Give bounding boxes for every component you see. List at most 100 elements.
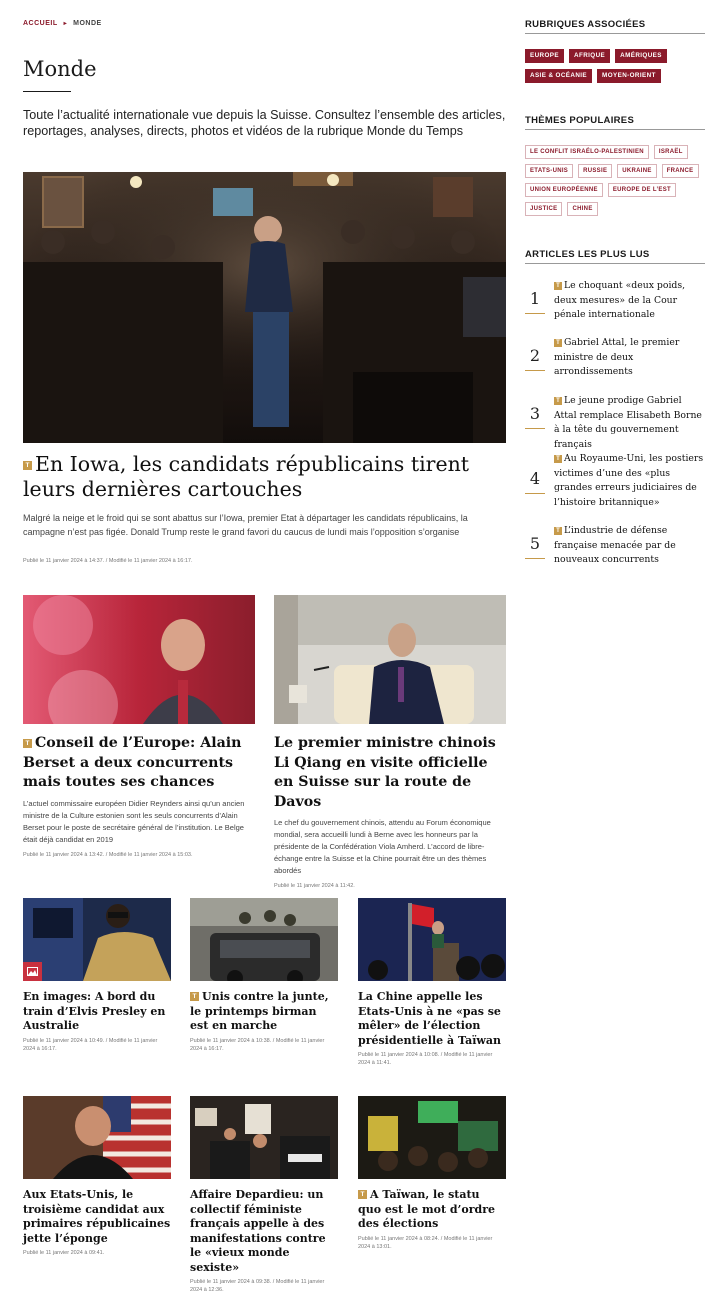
hero-title-text[interactable]: En Iowa, les candidats républicains tire… [23, 452, 469, 501]
most-read-item[interactable]: 2 T Gabriel Attal, le premier ministre de… [525, 336, 705, 380]
article-image[interactable] [274, 595, 506, 724]
tag-asie-oceanie[interactable]: ASIE & OCÉANIE [525, 69, 593, 83]
theme-tag[interactable]: EUROPE DE L’EST [607, 183, 676, 197]
most-read-item[interactable]: 5 T L’industrie de défense française mena… [525, 524, 705, 568]
tag-ameriques[interactable]: AMÉRIQUES [615, 49, 667, 63]
hero-image[interactable] [23, 172, 506, 443]
article-photo [274, 595, 506, 724]
article-image[interactable] [358, 1096, 506, 1179]
article-meta: Publié le 11 janvier 2024 à 09:41. [23, 1250, 105, 1256]
premium-badge-icon: T [23, 739, 32, 748]
article-meta: Publié le 11 janvier 2024 à 13:42. / Mod… [23, 851, 193, 858]
theme-tag[interactable]: RUSSIE [578, 164, 613, 178]
article-photo [23, 898, 171, 981]
premium-badge-icon: T [23, 461, 32, 470]
most-read-title-text[interactable]: Au Royaume-Uni, les postiers victimes d’… [554, 453, 703, 508]
article-photo [23, 595, 255, 724]
article-title[interactable]: T Conseil de l’Europe: Alain Berset a deu… [23, 734, 255, 793]
hero-meta: Publié le 11 janvier 2024 à 14:37. / Mod… [23, 558, 193, 564]
theme-tag[interactable]: LE CONFLIT ISRAÉLO-PALESTINIEN [525, 145, 649, 159]
premium-badge-icon: T [358, 1190, 367, 1199]
most-read-title-text[interactable]: Le jeune prodige Gabriel Attal remplace … [554, 395, 702, 450]
most-read-title[interactable]: T Le jeune prodige Gabriel Attal remplace… [554, 394, 705, 452]
breadcrumb-home-link[interactable]: ACCUEIL [23, 20, 58, 27]
premium-badge-icon: T [554, 282, 562, 290]
article-meta: Publié le 11 janvier 2024 à 08:24. / Mod… [358, 1235, 493, 1250]
rubriques-heading: RUBRIQUES ASSOCIÉES [525, 19, 705, 34]
rank-number: 3 [525, 404, 545, 429]
hero-article-title[interactable]: T En Iowa, les candidats républicains tir… [23, 452, 506, 502]
article-card[interactable]: La Chine appelle les Etats-Unis à ne «pa… [358, 898, 506, 1067]
theme-tag[interactable]: UNION EUROPÉENNE [525, 183, 603, 197]
rubriques-tags: EUROPE AFRIQUE AMÉRIQUES ASIE & OCÉANIE … [525, 49, 710, 83]
article-title-text[interactable]: Unis contre la junte, le printemps birma… [190, 990, 329, 1032]
most-read-title[interactable]: T Gabriel Attal, le premier ministre de d… [554, 336, 705, 380]
article-meta: Publié le 11 janvier 2024 à 10:49. / Mod… [23, 1037, 158, 1052]
article-photo [190, 898, 338, 981]
article-image[interactable] [190, 1096, 338, 1179]
article-image[interactable] [23, 1096, 171, 1179]
rank-number: 1 [525, 289, 545, 314]
article-title-text[interactable]: A Taïwan, le statu quo est le mot d’ordr… [358, 1188, 495, 1230]
page-intro: Toute l’actualité internationale vue dep… [23, 108, 506, 138]
article-card[interactable]: TA Taïwan, le statu quo est le mot d’ord… [358, 1096, 506, 1251]
breadcrumb-current: MONDE [73, 20, 102, 27]
article-title[interactable]: TA Taïwan, le statu quo est le mot d’ord… [358, 1188, 506, 1232]
article-card[interactable]: Le premier ministre chinois Li Qiang en … [274, 595, 506, 890]
most-read-item[interactable]: 1 T Le choquant «deux poids, deux mesures… [525, 279, 705, 323]
tag-europe[interactable]: EUROPE [525, 49, 564, 63]
theme-tag[interactable]: CHINE [567, 202, 598, 216]
article-title[interactable]: Le premier ministre chinois Li Qiang en … [274, 734, 506, 812]
hero-photo [23, 172, 506, 443]
premium-badge-icon: T [190, 992, 199, 1001]
theme-tag[interactable]: UKRAINE [617, 164, 657, 178]
image-gallery-icon [23, 962, 42, 981]
most-read-title[interactable]: T L’industrie de défense française menacé… [554, 524, 705, 568]
breadcrumb: ACCUEIL ▸ MONDE [23, 20, 102, 27]
article-image[interactable] [190, 898, 338, 981]
most-read-title[interactable]: T Le choquant «deux poids, deux mesures» … [554, 279, 705, 323]
article-meta: Publié le 11 janvier 2024 à 11:42. [274, 883, 355, 889]
rank-number: 2 [525, 346, 545, 371]
theme-tag[interactable]: ISRAËL [653, 145, 688, 159]
article-title[interactable]: En images: A bord du train d’Elvis Presl… [23, 990, 171, 1034]
article-title[interactable]: La Chine appelle les Etats-Unis à ne «pa… [358, 990, 506, 1048]
article-title[interactable]: T Unis contre la junte, le printemps birm… [190, 990, 338, 1034]
breadcrumb-separator-icon: ▸ [63, 21, 68, 27]
premium-badge-icon: T [554, 397, 562, 405]
premium-badge-icon: T [554, 527, 562, 535]
article-meta: Publié le 11 janvier 2024 à 10:38. / Mod… [190, 1037, 325, 1052]
article-image[interactable] [23, 595, 255, 724]
article-meta: Publié le 11 janvier 2024 à 09:38. / Mod… [190, 1279, 325, 1293]
article-card[interactable]: Affaire Depardieu: un collectif féminist… [190, 1096, 338, 1294]
rank-number: 4 [525, 469, 545, 494]
premium-badge-icon: T [554, 339, 562, 347]
article-photo [358, 1096, 506, 1179]
article-image[interactable] [358, 898, 506, 981]
article-card[interactable]: Aux Etats-Unis, le troisième candidat au… [23, 1096, 171, 1257]
article-description: L’actuel commissaire européen Didier Rey… [23, 798, 245, 844]
article-card[interactable]: T Unis contre la junte, le printemps birm… [190, 898, 338, 1053]
article-card[interactable]: T Conseil de l’Europe: Alain Berset a deu… [23, 595, 255, 859]
article-title[interactable]: Affaire Depardieu: un collectif féminist… [190, 1188, 338, 1275]
page-title: Monde [23, 57, 97, 81]
most-read-title[interactable]: T Au Royaume-Uni, les postiers victimes d… [554, 452, 705, 510]
most-read-title-text[interactable]: Gabriel Attal, le premier ministre de de… [554, 337, 679, 377]
article-image[interactable] [23, 898, 171, 981]
most-read-item[interactable]: 3 T Le jeune prodige Gabriel Attal rempla… [525, 394, 705, 452]
most-read-title-text[interactable]: Le choquant «deux poids, deux mesures» d… [554, 280, 685, 320]
theme-tag[interactable]: JUSTICE [525, 202, 563, 216]
article-title[interactable]: Aux Etats-Unis, le troisième candidat au… [23, 1188, 171, 1246]
article-description: Le chef du gouvernement chinois, attendu… [274, 818, 491, 875]
theme-tag[interactable]: ETATS-UNIS [525, 164, 574, 178]
hero-description: Malgré la neige et le froid qui se sont … [23, 513, 468, 537]
most-read-title-text[interactable]: L’industrie de défense française menacée… [554, 525, 676, 565]
theme-tag[interactable]: FRANCE [661, 164, 699, 178]
most-read-item[interactable]: 4 T Au Royaume-Uni, les postiers victimes… [525, 452, 705, 510]
article-photo [190, 1096, 338, 1179]
tag-afrique[interactable]: AFRIQUE [569, 49, 611, 63]
article-card[interactable]: En images: A bord du train d’Elvis Presl… [23, 898, 171, 1053]
tag-moyen-orient[interactable]: MOYEN-ORIENT [597, 69, 661, 83]
article-title-text[interactable]: Conseil de l’Europe: Alain Berset a deux… [23, 735, 242, 790]
article-photo [358, 898, 506, 981]
